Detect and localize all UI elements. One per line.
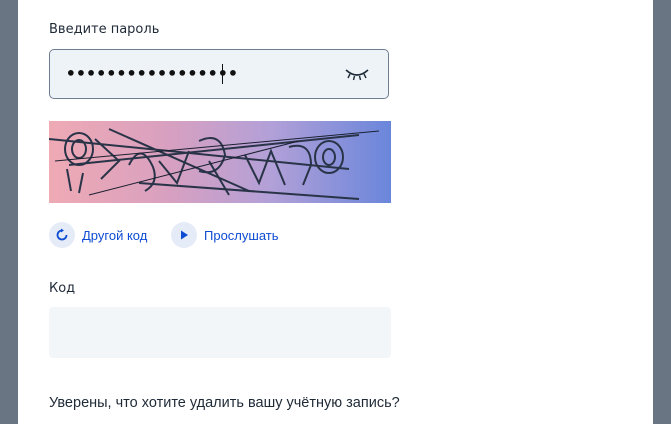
refresh-icon [49, 222, 75, 248]
delete-account-card: Введите пароль ••••••••••••••••• Другой … [18, 0, 653, 424]
refresh-captcha-label: Другой код [82, 227, 148, 243]
listen-captcha-label: Прослушать [204, 227, 279, 243]
password-value: ••••••••••••••••• [66, 64, 239, 83]
eye-closed-icon[interactable] [344, 66, 370, 82]
captcha-distorted-text [49, 128, 380, 200]
code-label: Код [49, 281, 76, 296]
code-input[interactable] [49, 307, 391, 358]
password-label: Введите пароль [49, 22, 160, 37]
listen-captcha-button[interactable]: Прослушать [171, 222, 279, 248]
captcha-image [49, 121, 391, 203]
refresh-captcha-button[interactable]: Другой код [49, 222, 147, 248]
play-icon [171, 222, 197, 248]
text-caret [222, 64, 223, 84]
delete-confirm-question: Уверены, что хотите удалить вашу учётную… [49, 395, 400, 411]
password-input[interactable]: ••••••••••••••••• [49, 49, 389, 99]
